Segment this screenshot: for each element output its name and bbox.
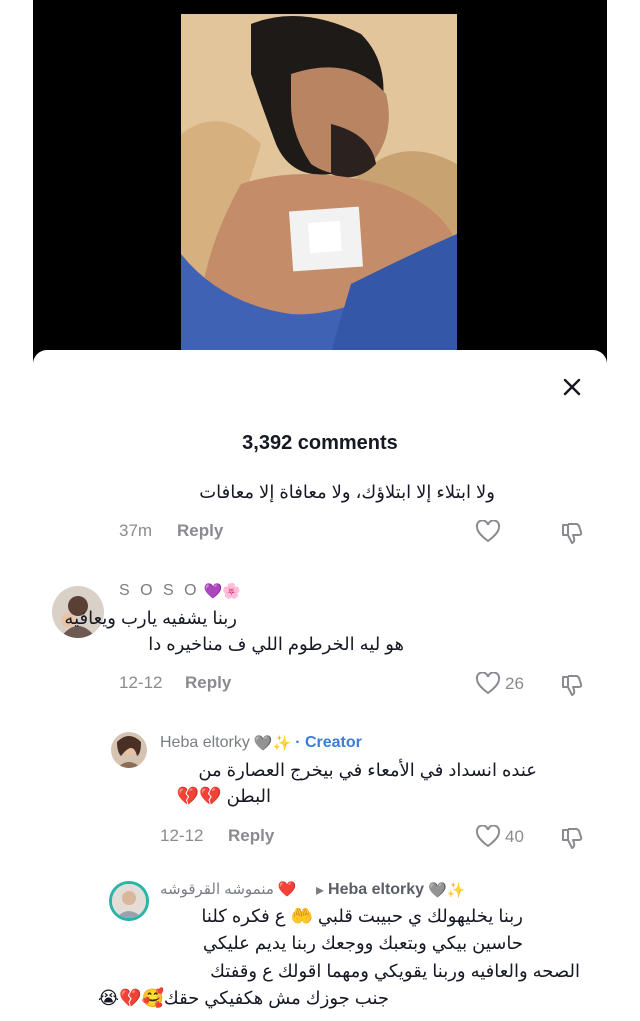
reply-item: منموشه القرقوشه ❤️ ▸ Heba eltorky 🩶✨ ربن…: [33, 874, 607, 1021]
heart-outline-icon: [475, 825, 501, 848]
comment-username[interactable]: S O S O 💜🌸: [119, 582, 241, 600]
video-frame-photo: [181, 14, 457, 352]
like-button[interactable]: [475, 520, 501, 544]
comment-item: ولا ابتلاء إلا ابتلاؤك، ولا معافاة إلا م…: [33, 470, 607, 550]
close-icon: [563, 378, 581, 396]
comment-time: 12-12: [119, 673, 163, 692]
comment-time: 37m: [119, 521, 153, 540]
dislike-button[interactable]: [559, 825, 585, 856]
comment-text: ربنا يشفيه يارب ويعافيه: [64, 608, 237, 628]
comments-sheet: 3,392 comments ولا ابتلاء إلا ابتلاؤك، و…: [33, 350, 607, 1021]
reply-button[interactable]: Reply: [228, 826, 274, 846]
reply-button[interactable]: Reply: [177, 521, 223, 541]
heart-outline-icon: [475, 520, 501, 543]
comment-text: هو ليه الخرطوم اللي ف مناخيره دا: [148, 634, 404, 654]
comment-text: عنده انسداد في الأمعاء في بيخرج العصارة …: [198, 760, 537, 780]
comment-username[interactable]: Heba eltorky 🩶✨ · Creator: [160, 734, 362, 752]
dislike-button[interactable]: [559, 520, 585, 551]
thumbs-down-icon: [562, 828, 583, 849]
comment-text: ولا ابتلاء إلا ابتلاؤك، ولا معافاة إلا م…: [199, 482, 495, 502]
comment-text: جنب جوزك مش هكفيكي حقك🥰💔😭: [98, 988, 389, 1008]
heart-outline-icon: [475, 672, 501, 695]
thumbs-down-icon: [562, 675, 583, 696]
close-button[interactable]: [557, 372, 587, 402]
comment-meta: 12-12 Reply: [160, 826, 274, 846]
comment-username[interactable]: منموشه القرقوشه ❤️: [160, 880, 297, 898]
comment-text: حاسين بيكي وبتعبك ووجعك ربنا يديم عليكي: [202, 933, 523, 953]
reply-arrow-icon: ▸: [316, 882, 325, 899]
comment-text: ربنا يخليهولك ي حبيبت قلبي 🤲 ع فكره كلنا: [201, 906, 523, 926]
username-emoji: 🩶✨: [428, 882, 466, 899]
reply-item: Heba eltorky 🩶✨ · Creator عنده انسداد في…: [33, 726, 607, 856]
video-area[interactable]: [0, 0, 640, 370]
thumbs-down-icon: [562, 523, 583, 544]
comment-count-title: 3,392 comments: [242, 432, 398, 454]
like-button[interactable]: 40: [475, 825, 524, 849]
dislike-button[interactable]: [559, 672, 585, 703]
comment-meta: 12-12 Reply: [119, 673, 231, 693]
creator-badge: · Creator: [295, 734, 362, 751]
username-emoji: 🩶✨: [253, 735, 292, 752]
username-emoji: ❤️: [277, 881, 297, 898]
reply-to-label: ▸ Heba eltorky 🩶✨: [316, 881, 466, 899]
comment-text: البطن 💔💔: [176, 786, 271, 806]
username-emoji: 💜🌸: [203, 583, 241, 600]
comment-text: الصحه والعافيه وربنا يقويكي ومهما اقولك …: [210, 961, 580, 981]
like-button[interactable]: 26: [475, 672, 524, 696]
like-count: 40: [505, 827, 524, 846]
like-count: 26: [505, 674, 524, 693]
comment-item: S O S O 💜🌸 ربنا يشفيه يارب ويعافيه هو لي…: [33, 572, 607, 702]
comment-meta: 37m Reply: [119, 521, 223, 541]
reply-button[interactable]: Reply: [185, 673, 231, 693]
comment-time: 12-12: [160, 826, 204, 845]
